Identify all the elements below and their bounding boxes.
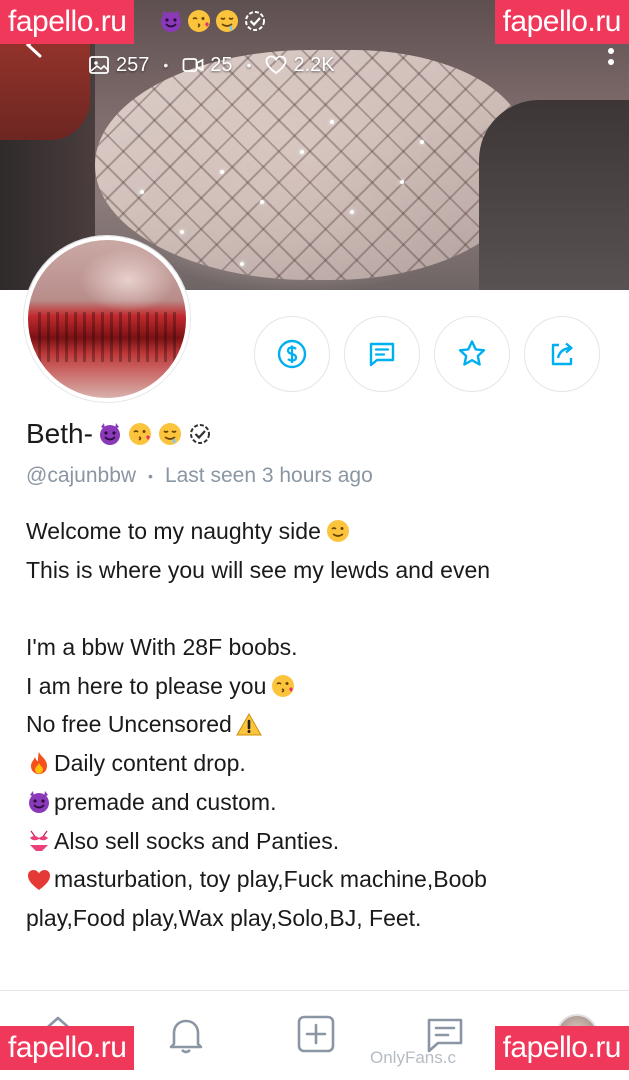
profile-stats: 257 • 25 • 2.2K (88, 50, 335, 80)
profile-actions (254, 316, 600, 392)
fire-emoji (31, 752, 47, 775)
bikini-emoji (30, 830, 48, 851)
bio-line: I am here to please you (26, 667, 616, 706)
profile-avatar[interactable] (24, 236, 190, 402)
profile-name: Beth- (26, 418, 93, 449)
favorite-button[interactable] (434, 316, 510, 392)
profile-name-row: Beth- (26, 418, 213, 450)
bio-line: No free Uncensored (26, 705, 616, 744)
smiling-devil-emoji (99, 423, 120, 445)
bio-line: Daily content drop. (26, 744, 616, 783)
drooling-face-emoji (158, 423, 181, 445)
kissing-face-emoji (128, 423, 151, 445)
profile-handle: @cajunbbw (26, 464, 137, 487)
meta-separator: • (148, 468, 153, 484)
nav-add-post[interactable] (294, 1012, 338, 1056)
add-post-icon (297, 1015, 335, 1053)
likes-count: 2.2K (265, 53, 335, 77)
watermark-bottom-right: fapello.ru (494, 1026, 629, 1070)
tip-button[interactable] (254, 316, 330, 392)
star-icon (458, 340, 486, 366)
last-seen-status: Last seen 3 hours ago (164, 464, 373, 487)
photos-count: 257 (88, 54, 149, 77)
bio-line: Welcome to my naughty side (26, 512, 616, 551)
header-name-emojis (158, 8, 268, 34)
chat-icon (369, 342, 395, 367)
videos-count-value: 25 (210, 53, 233, 76)
bio-line: play,Food play,Wax play,Solo,BJ, Feet. (26, 904, 422, 931)
bio-line: This is where you will see my lewds and … (26, 556, 491, 583)
likes-count-value: 2.2K (293, 53, 335, 76)
bottom-nav-divider (0, 990, 629, 991)
bio-line-empty (26, 589, 616, 628)
watermark-top-right: fapello.ru (494, 0, 629, 44)
video-icon (182, 58, 204, 72)
profile-bio: Welcome to my naughty side This is where… (26, 512, 616, 938)
kissing-face-emoji (272, 675, 295, 698)
watermark-top-left: fapello.ru (0, 0, 135, 44)
videos-count: 25 (182, 53, 233, 77)
bio-line: premade and custom. (26, 783, 616, 822)
verified-badge-icon (189, 424, 210, 444)
bio-line: I'm a bbw With 28F boobs. (26, 634, 298, 661)
bio-line: masturbation, toy play,Fuck machine,Boob (26, 860, 616, 899)
stats-separator: • (163, 57, 169, 73)
bell-icon (169, 1019, 203, 1054)
watermark-bottom-left: fapello.ru (0, 1026, 135, 1070)
share-button[interactable] (524, 316, 600, 392)
message-button[interactable] (344, 316, 420, 392)
site-name-text: OnlyFans.c (370, 1048, 456, 1067)
winking-face-emoji (326, 520, 349, 543)
dollar-icon (277, 339, 307, 369)
drooling-face-emoji (216, 10, 238, 32)
warning-icon (235, 712, 262, 736)
kissing-face-emoji (188, 10, 210, 32)
stats-separator: • (246, 57, 252, 73)
image-icon (89, 56, 109, 74)
photos-count-value: 257 (116, 53, 150, 76)
heart-icon (266, 55, 287, 75)
profile-meta: @cajunbbw • Last seen 3 hours ago (26, 464, 373, 488)
smiling-devil-emoji (161, 10, 181, 32)
bio-line: Also sell socks and Panties. (26, 822, 616, 861)
share-icon (551, 342, 573, 366)
nav-notifications[interactable] (164, 1012, 208, 1056)
smiling-devil-emoji (29, 791, 49, 814)
red-heart-emoji (28, 869, 50, 890)
verified-badge-icon (245, 11, 265, 31)
